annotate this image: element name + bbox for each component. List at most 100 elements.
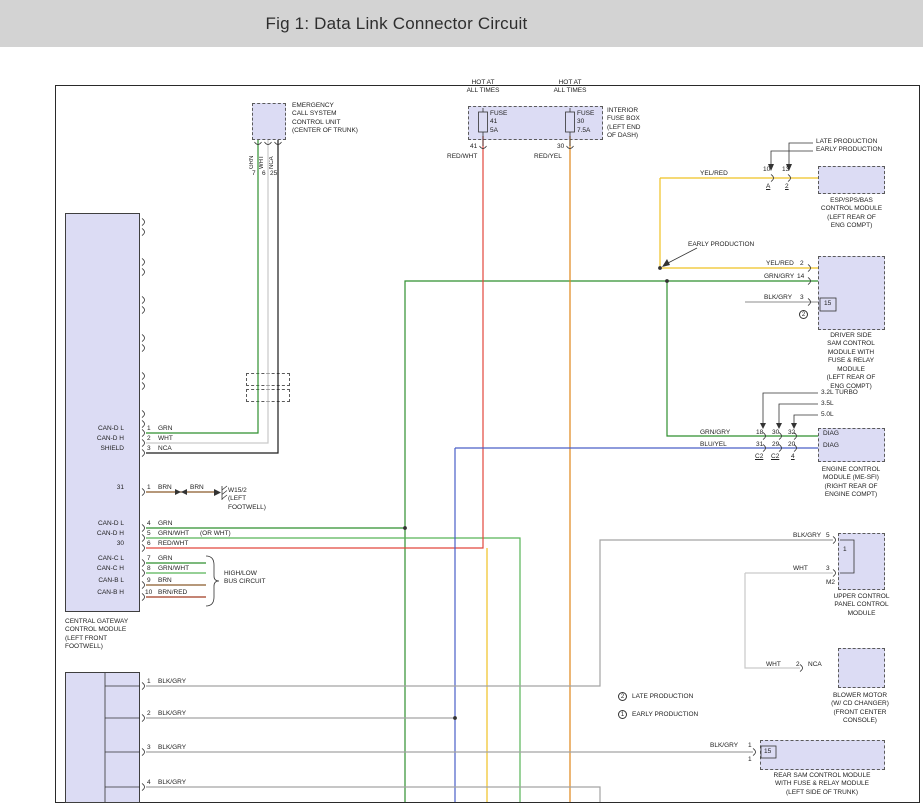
pin-number: 29 <box>772 441 779 449</box>
wire-color-label: GRN <box>158 425 172 433</box>
wire-color-label: BRN <box>158 577 172 585</box>
blower-motor-box <box>838 648 885 688</box>
wire-note: (OR WHT) <box>200 530 231 538</box>
gateway-row-label: 30 <box>66 540 124 548</box>
pin-number: 3 <box>826 565 830 573</box>
pin-number: 2 <box>147 710 151 718</box>
upper-panel-label: UPPER CONTROL PANEL CONTROL MODULE <box>824 593 899 618</box>
gateway-row-label: 31 <box>66 484 124 492</box>
production-marker: 2 <box>799 310 808 319</box>
central-gateway-box <box>65 213 140 612</box>
fuse-label: FUSE 41 5A <box>490 110 507 135</box>
wire-color-label: WHT <box>793 565 808 573</box>
legend-text-early: EARLY PRODUCTION <box>632 711 698 719</box>
figure-page: Fig 1: Data Link Connector Circuit <box>0 0 923 804</box>
connector-id: C2 <box>755 453 763 461</box>
wire-color-label: BLK/GRY <box>710 742 738 750</box>
engine-variant-label: 3.2L TURBO <box>821 389 858 397</box>
gateway-row-label: CAN-B L <box>66 577 124 585</box>
wire-color-label: BRN/RED <box>158 589 187 597</box>
connector-id: M2 <box>826 579 835 587</box>
upper-control-panel-box <box>838 533 885 590</box>
pin-number: 10 <box>145 589 152 597</box>
pin-number: 3 <box>800 294 804 302</box>
gateway-row-label: CAN-B H <box>66 589 124 597</box>
gateway-row-label: CAN-D L <box>66 520 124 528</box>
pin-number: 18 <box>756 429 763 437</box>
pin-number: 32 <box>788 429 795 437</box>
blower-motor-label: BLOWER MOTOR (W/ CD CHANGER) (FRONT CENT… <box>818 692 902 726</box>
engine-variant-label: 5.0L <box>821 411 834 419</box>
pin-number: 6 <box>147 540 151 548</box>
wire-color-label: GRN <box>158 520 172 528</box>
wire-color-label: WHT <box>259 145 268 169</box>
pin-number: 4 <box>147 520 151 528</box>
pin-number: 4 <box>147 779 151 787</box>
wire-color-label: BRN <box>158 484 172 492</box>
rear-sam-label: REAR SAM CONTROL MODULE WITH FUSE & RELA… <box>756 772 888 797</box>
legend-symbol-early: 1 <box>618 710 627 719</box>
engine-variant-label: 3.5L <box>821 400 834 408</box>
pin-number: 1 <box>147 678 151 686</box>
pin-number: 3 <box>147 445 151 453</box>
wire-color-label: WHT <box>766 661 781 669</box>
connector-id: 1 <box>748 756 752 764</box>
early-production-note: EARLY PRODUCTION <box>688 241 754 249</box>
esp-module-box <box>818 166 885 194</box>
pin-number: 31 <box>756 441 763 449</box>
wire-color-label: RED/WHT <box>447 153 477 161</box>
driver-sam-label: DRIVER SIDE SAM CONTROL MODULE WITH FUSE… <box>816 332 886 391</box>
wire-color-label: BLK/GRY <box>793 532 821 540</box>
pin-number: 2 <box>147 435 151 443</box>
pin-number: 20 <box>788 441 795 449</box>
gateway-row-label: CAN-D L <box>66 425 124 433</box>
fuse-label: FUSE 30 7.5A <box>577 110 594 135</box>
pin-number: 30 <box>772 429 779 437</box>
pin-number: 2 <box>800 260 804 268</box>
fuse-id: 15 <box>824 300 831 308</box>
wire-color-label: BLK/GRY <box>158 710 186 718</box>
pin-number: 14 <box>797 273 804 281</box>
wire-color-label: BLK/GRY <box>158 779 186 787</box>
bus-circuit-label: HIGH/LOW BUS CIRCUIT <box>224 570 266 587</box>
driver-sam-module-box <box>818 256 885 330</box>
wire-color-label: YEL/RED <box>766 260 794 268</box>
wire-color-label: BRN <box>190 484 204 492</box>
wire-color-label: NCA <box>808 661 822 669</box>
pin-number: 25 <box>270 170 277 178</box>
pin-number: 5 <box>147 530 151 538</box>
pin-number: 1 <box>147 425 151 433</box>
legend-symbol-late: 2 <box>618 692 627 701</box>
figure-title-bar: Fig 1: Data Link Connector Circuit <box>0 0 923 47</box>
diag-label: DIAG <box>823 442 839 450</box>
wire-color-label: YEL/RED <box>700 170 728 178</box>
hot-at-all-times-label: HOT AT ALL TIMES <box>550 79 590 96</box>
ecm-label: ENGINE CONTROL MODULE (ME-SFI) (RIGHT RE… <box>816 466 886 500</box>
pin-number: 1 <box>748 742 752 750</box>
wire-color-label: BLK/GRY <box>158 744 186 752</box>
pin-number: 2 <box>796 661 800 669</box>
wire-color-label: BLK/GRY <box>158 678 186 686</box>
wire-color-label: BLU/YEL <box>700 441 727 449</box>
pin-number: 3 <box>147 744 151 752</box>
wire-color-label: NCA <box>269 145 278 169</box>
rear-sam-module-box <box>760 740 885 770</box>
pin-number: 8 <box>147 565 151 573</box>
data-link-connector-box <box>65 672 140 803</box>
pin-number: 5 <box>826 532 830 540</box>
pin-number: 41 <box>470 143 477 151</box>
legend-text-late: LATE PRODUCTION <box>632 693 693 701</box>
fuse-box-label: INTERIOR FUSE BOX (LEFT END OF DASH) <box>607 107 640 141</box>
gateway-row-label: CAN-C L <box>66 555 124 563</box>
connector-id: 4 <box>791 453 795 461</box>
figure-title: Fig 1: Data Link Connector Circuit <box>266 14 528 34</box>
pin-number: 30 <box>557 143 564 151</box>
wire-color-label: GRN/WHT <box>158 530 189 538</box>
wire-color-label: NCA <box>158 445 172 453</box>
gateway-module-label: CENTRAL GATEWAY CONTROL MODULE (LEFT FRO… <box>65 618 128 652</box>
connector-id: C2 <box>771 453 779 461</box>
pin-number: 7 <box>147 555 151 563</box>
wire-color-label: RED/WHT <box>158 540 188 548</box>
gateway-row-label: CAN-C H <box>66 565 124 573</box>
fuse-id: 15 <box>764 748 771 756</box>
